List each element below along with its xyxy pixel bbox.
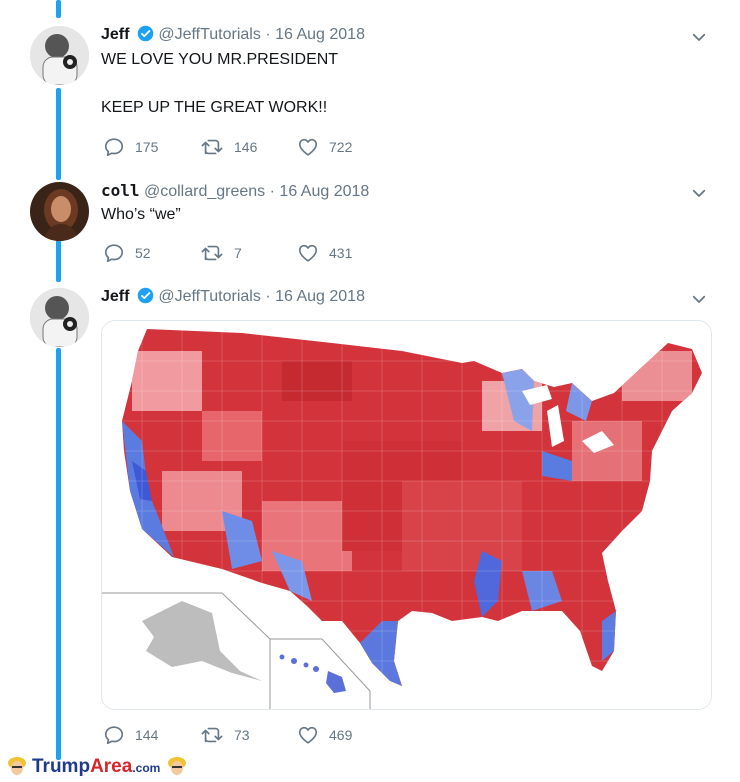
retweet-icon [200,136,224,158]
watermark-part1: Trump [32,756,91,777]
reply-button[interactable]: 52 [103,242,151,264]
tweet-header: coll @collard_greens · 16 Aug 2018 [101,181,369,202]
reply-button[interactable]: 144 [103,724,158,746]
tweet-text: WE LOVE YOU MR.PRESIDENT KEEP UP THE GRE… [101,48,338,120]
retweet-count: 73 [234,727,250,743]
tweet-text: Who’s “we” [101,203,181,227]
like-count: 722 [329,139,353,155]
chevron-down-icon[interactable] [690,290,708,308]
tweet-date[interactable]: 16 Aug 2018 [279,183,369,200]
verified-badge-icon [137,287,154,310]
verified-badge-icon [137,25,154,48]
tweet-text-line2: KEEP UP THE GREAT WORK!! [101,99,328,116]
tweet-text-line1: WE LOVE YOU MR.PRESIDENT [101,51,339,68]
watermark-logo: TrumpArea.com [6,752,188,782]
tweet-date[interactable]: 16 Aug 2018 [275,288,365,305]
reply-icon [103,724,125,746]
like-count: 469 [329,727,353,743]
reply-count: 144 [135,727,159,743]
display-name[interactable]: coll [101,181,140,200]
retweet-button[interactable]: 146 [200,136,257,158]
tweet-header: Jeff @JeffTutorials · 16 Aug 2018 [101,25,365,48]
handle[interactable]: @collard_greens [144,183,265,200]
watermark-part3: .com [132,761,161,775]
display-name[interactable]: Jeff [101,288,129,305]
heart-icon [297,136,319,158]
avatar-jeff[interactable] [30,26,89,85]
like-button[interactable]: 722 [297,136,352,158]
chevron-down-icon[interactable] [690,28,708,46]
trump-head-icon [6,753,28,782]
tweet-header: Jeff @JeffTutorials · 16 Aug 2018 [101,287,365,310]
reply-icon [103,136,125,158]
heart-icon [297,242,319,264]
tweet-date[interactable]: 16 Aug 2018 [275,26,365,43]
reply-count: 52 [135,245,151,261]
like-button[interactable]: 469 [297,724,352,746]
heart-icon [297,724,319,746]
attached-map-image[interactable] [101,320,712,710]
handle[interactable]: @JeffTutorials [158,288,261,305]
chevron-down-icon[interactable] [690,184,708,202]
watermark-part2: Area [90,756,133,777]
trump-head-icon [166,753,188,782]
tweet-text-line1: Who’s “we” [101,206,181,223]
retweet-button[interactable]: 73 [200,724,250,746]
tweet-1[interactable]: Jeff @JeffTutorials · 16 Aug 2018 WE LOV… [0,0,740,170]
separator-dot: · [265,26,271,43]
us-county-map [102,321,711,709]
retweet-button[interactable]: 7 [200,242,242,264]
retweet-icon [200,242,224,264]
reply-button[interactable]: 175 [103,136,158,158]
separator-dot: · [269,183,275,200]
like-button[interactable]: 431 [297,242,352,264]
display-name[interactable]: Jeff [101,26,129,43]
like-count: 431 [329,245,353,261]
tweet-2[interactable]: coll @collard_greens · 16 Aug 2018 Who’s… [0,170,740,280]
separator-dot: · [265,288,271,305]
retweet-count: 146 [234,139,258,155]
reply-icon [103,242,125,264]
watermark-text: TrumpArea.com [32,756,160,778]
handle[interactable]: @JeffTutorials [158,26,261,43]
avatar-coll[interactable] [30,182,89,241]
reply-count: 175 [135,139,159,155]
retweet-icon [200,724,224,746]
retweet-count: 7 [234,245,242,261]
avatar-jeff[interactable] [30,288,89,347]
